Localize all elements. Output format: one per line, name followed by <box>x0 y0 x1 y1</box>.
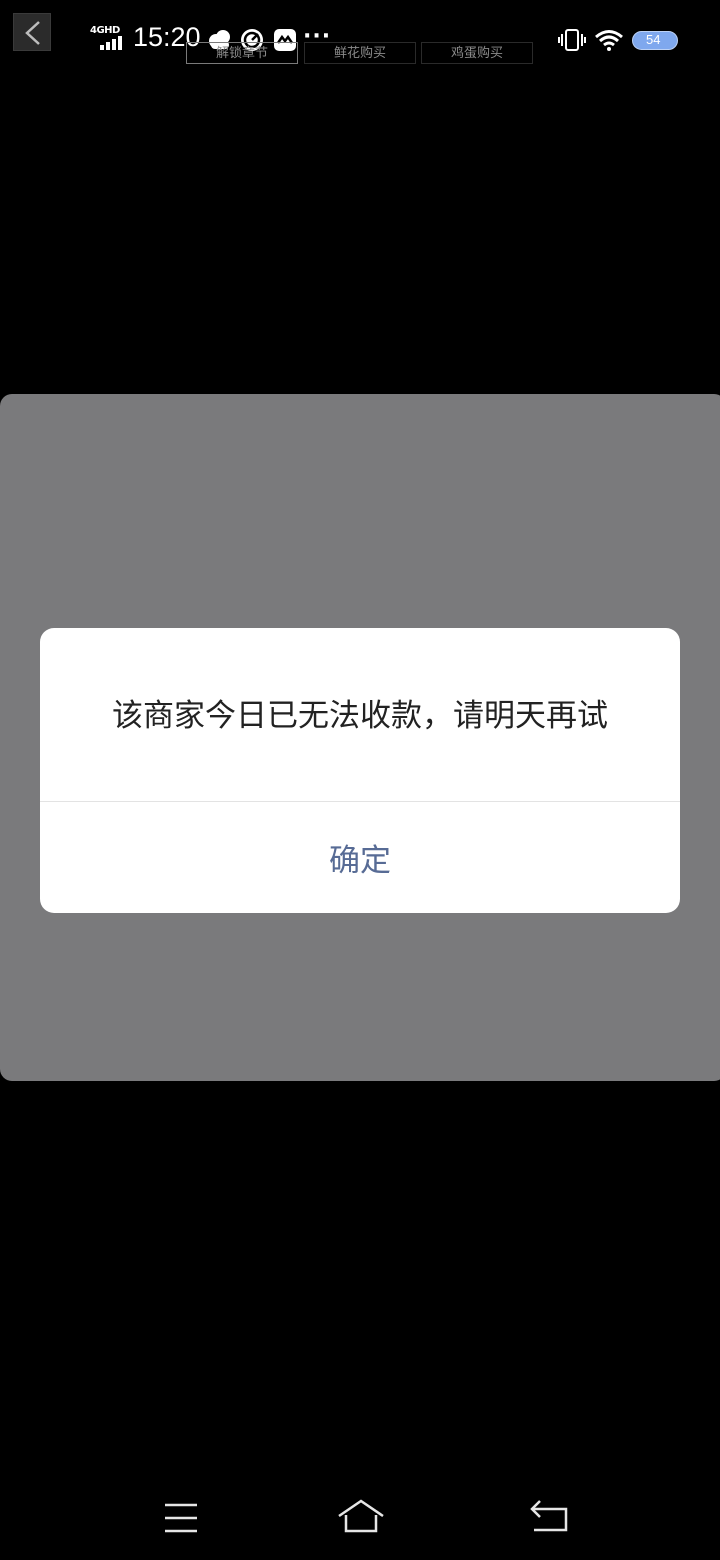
tab-label: 解锁章节 <box>215 46 268 61</box>
chevron-left-icon <box>25 21 40 45</box>
tab-label: 鸡蛋购买 <box>450 46 503 61</box>
signal-icon <box>100 36 122 50</box>
tab-unlock-chapter[interactable]: 解锁章节 <box>186 42 298 64</box>
tab-label: 鲜花购买 <box>333 46 386 61</box>
tab-egg-purchase[interactable]: 鸡蛋购买 <box>421 42 533 64</box>
status-bar: 4GHD 15:20 ··· 54 <box>0 0 720 80</box>
alert-dialog: 该商家今日已无法收款，请明天再试 确定 <box>40 628 680 913</box>
confirm-button[interactable]: 确定 <box>40 802 680 913</box>
network-type-label: 4GHD <box>90 25 120 36</box>
battery-level: 54 <box>646 32 661 47</box>
phone-screen: 4GHD 15:20 ··· 54 解锁章节 鲜花购买 鸡蛋购买 该商家今日已无… <box>0 0 720 1560</box>
vibrate-icon <box>558 29 586 51</box>
tab-flower-purchase[interactable]: 鲜花购买 <box>304 42 416 64</box>
battery-icon: 54 <box>632 31 678 50</box>
wifi-icon <box>595 30 623 51</box>
back-icon[interactable] <box>526 1496 574 1540</box>
dialog-message: 该商家今日已无法收款，请明天再试 <box>112 698 608 734</box>
menu-icon[interactable] <box>157 1496 205 1540</box>
page-back-button[interactable] <box>13 13 51 51</box>
home-icon[interactable] <box>336 1496 386 1540</box>
